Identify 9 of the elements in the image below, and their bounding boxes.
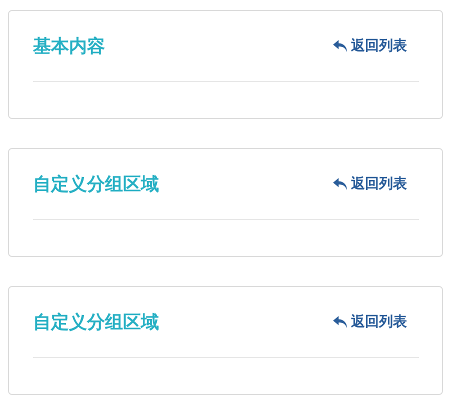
back-link[interactable]: 返回列表 [333, 37, 407, 55]
back-link[interactable]: 返回列表 [333, 313, 407, 331]
panel-title: 自定义分组区域 [33, 173, 159, 196]
panel-title: 自定义分组区域 [33, 311, 159, 334]
reply-arrow-icon [333, 316, 348, 328]
reply-arrow-icon [333, 178, 348, 190]
reply-arrow-icon [333, 40, 348, 52]
back-link[interactable]: 返回列表 [333, 175, 407, 193]
panel-title: 基本内容 [33, 35, 105, 58]
